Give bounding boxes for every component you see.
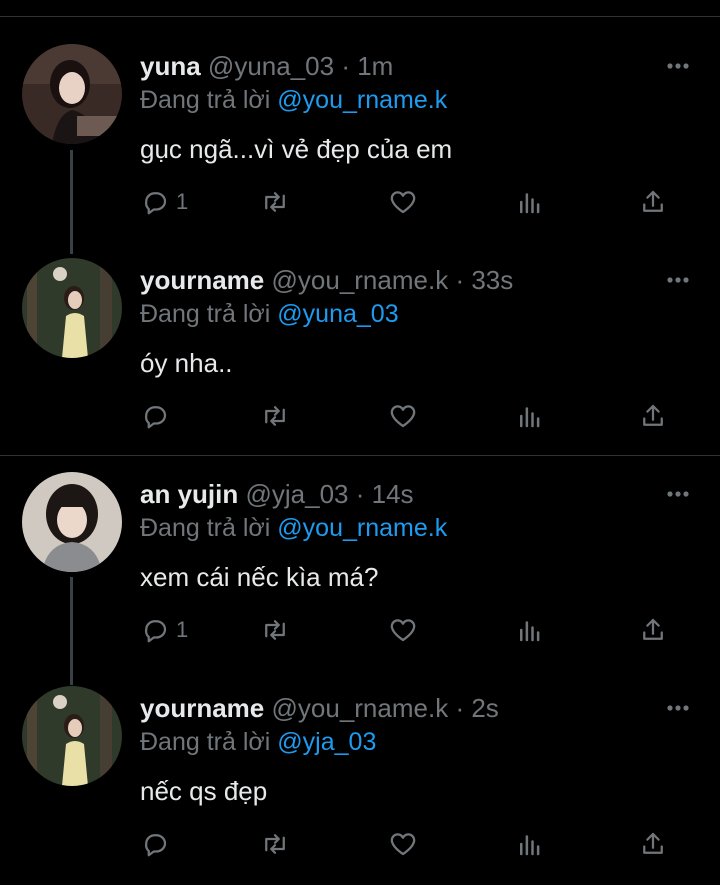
reply-button[interactable] bbox=[140, 398, 176, 434]
top-divider bbox=[0, 16, 720, 17]
avatar[interactable] bbox=[22, 258, 122, 358]
tweet[interactable]: an yujin @yja_03 · 14s Đang trả lời @you… bbox=[0, 472, 720, 662]
timestamp[interactable]: · 14s bbox=[356, 479, 414, 509]
reply-to-link[interactable]: @yja_03 bbox=[277, 728, 376, 756]
tweet[interactable]: yourname @you_rname.k · 2s Đang trả lời … bbox=[0, 686, 720, 876]
tweet-header: yourname @you_rname.k · 2s bbox=[140, 692, 499, 724]
display-name[interactable]: yuna bbox=[140, 51, 201, 81]
reply-count: 1 bbox=[176, 189, 189, 214]
like-icon bbox=[390, 191, 416, 214]
share-button[interactable] bbox=[638, 184, 668, 220]
like-button[interactable] bbox=[388, 826, 418, 862]
views-button[interactable] bbox=[515, 826, 545, 862]
reply-prefix: Đang trả lời bbox=[140, 86, 271, 114]
like-icon bbox=[390, 619, 416, 642]
retweet-button[interactable] bbox=[260, 612, 290, 648]
retweet-icon bbox=[265, 834, 285, 854]
handle[interactable]: @you_rname.k bbox=[272, 265, 449, 295]
retweet-icon bbox=[265, 620, 285, 640]
action-bar: 1 bbox=[140, 184, 680, 224]
views-icon bbox=[520, 621, 540, 642]
views-icon bbox=[520, 407, 540, 428]
reply-icon bbox=[144, 620, 167, 643]
like-icon bbox=[390, 833, 416, 856]
retweet-icon bbox=[265, 192, 285, 212]
tweet-text: gục ngã...vì vẻ đẹp của em bbox=[140, 134, 453, 164]
share-button[interactable] bbox=[638, 826, 668, 862]
like-button[interactable] bbox=[388, 184, 418, 220]
like-button[interactable] bbox=[388, 398, 418, 434]
share-icon bbox=[643, 190, 663, 212]
replying-to: Đang trả lời @yuna_03 bbox=[140, 298, 399, 330]
share-icon bbox=[643, 618, 663, 640]
like-icon bbox=[390, 405, 416, 428]
display-name[interactable]: yourname bbox=[140, 265, 264, 295]
tweet-header: an yujin @yja_03 · 14s bbox=[140, 478, 414, 510]
tweet[interactable]: yourname @you_rname.k · 33s Đang trả lời… bbox=[0, 258, 720, 448]
like-button[interactable] bbox=[388, 612, 418, 648]
more-icon[interactable] bbox=[664, 56, 692, 76]
reply-prefix: Đang trả lời bbox=[140, 300, 271, 328]
views-icon bbox=[520, 193, 540, 214]
reply-icon bbox=[144, 192, 167, 215]
views-button[interactable] bbox=[515, 398, 545, 434]
display-name[interactable]: an yujin bbox=[140, 479, 238, 509]
reply-icon bbox=[144, 834, 167, 857]
handle[interactable]: @yja_03 bbox=[245, 479, 348, 509]
tweet-header: yuna @yuna_03 · 1m bbox=[140, 50, 393, 82]
retweet-button[interactable] bbox=[260, 398, 290, 434]
tweet-header: yourname @you_rname.k · 33s bbox=[140, 264, 513, 296]
action-bar: 1 bbox=[140, 612, 680, 652]
retweet-icon bbox=[265, 406, 285, 426]
views-icon bbox=[520, 835, 540, 856]
reply-button[interactable]: 1 bbox=[140, 612, 188, 648]
reply-prefix: Đang trả lời bbox=[140, 728, 271, 756]
tweet-text: óy nha.. bbox=[140, 348, 233, 378]
timestamp[interactable]: · 2s bbox=[455, 693, 498, 723]
share-icon bbox=[643, 404, 663, 426]
more-icon[interactable] bbox=[664, 698, 692, 718]
reply-button[interactable]: 1 bbox=[140, 184, 188, 220]
more-icon[interactable] bbox=[664, 484, 692, 504]
handle[interactable]: @you_rname.k bbox=[272, 693, 449, 723]
avatar[interactable] bbox=[22, 686, 122, 786]
display-name[interactable]: yourname bbox=[140, 693, 264, 723]
views-button[interactable] bbox=[515, 184, 545, 220]
more-icon[interactable] bbox=[664, 270, 692, 290]
reply-prefix: Đang trả lời bbox=[140, 514, 271, 542]
share-button[interactable] bbox=[638, 398, 668, 434]
action-bar bbox=[140, 398, 680, 438]
replying-to: Đang trả lời @yja_03 bbox=[140, 726, 376, 758]
action-bar bbox=[140, 826, 680, 866]
share-icon bbox=[643, 832, 663, 854]
timestamp[interactable]: · 1m bbox=[341, 51, 393, 81]
reply-button[interactable] bbox=[140, 826, 176, 862]
tweet-text: xem cái nếc kìa má? bbox=[140, 562, 379, 592]
tweet[interactable]: yuna @yuna_03 · 1m Đang trả lời @you_rna… bbox=[0, 44, 720, 234]
avatar[interactable] bbox=[22, 472, 122, 572]
replying-to: Đang trả lời @you_rname.k bbox=[140, 84, 447, 116]
replying-to: Đang trả lời @you_rname.k bbox=[140, 512, 447, 544]
reply-icon bbox=[144, 406, 167, 429]
reply-to-link[interactable]: @you_rname.k bbox=[277, 86, 447, 114]
reply-count: 1 bbox=[176, 617, 189, 642]
reply-to-link[interactable]: @yuna_03 bbox=[277, 300, 398, 328]
reply-to-link[interactable]: @you_rname.k bbox=[277, 514, 447, 542]
timestamp[interactable]: · 33s bbox=[455, 265, 513, 295]
tweet-text: nếc qs đẹp bbox=[140, 776, 268, 806]
views-button[interactable] bbox=[515, 612, 545, 648]
retweet-button[interactable] bbox=[260, 826, 290, 862]
handle[interactable]: @yuna_03 bbox=[208, 51, 334, 81]
retweet-button[interactable] bbox=[260, 184, 290, 220]
conversation-divider bbox=[0, 455, 720, 456]
share-button[interactable] bbox=[638, 612, 668, 648]
avatar[interactable] bbox=[22, 44, 122, 144]
